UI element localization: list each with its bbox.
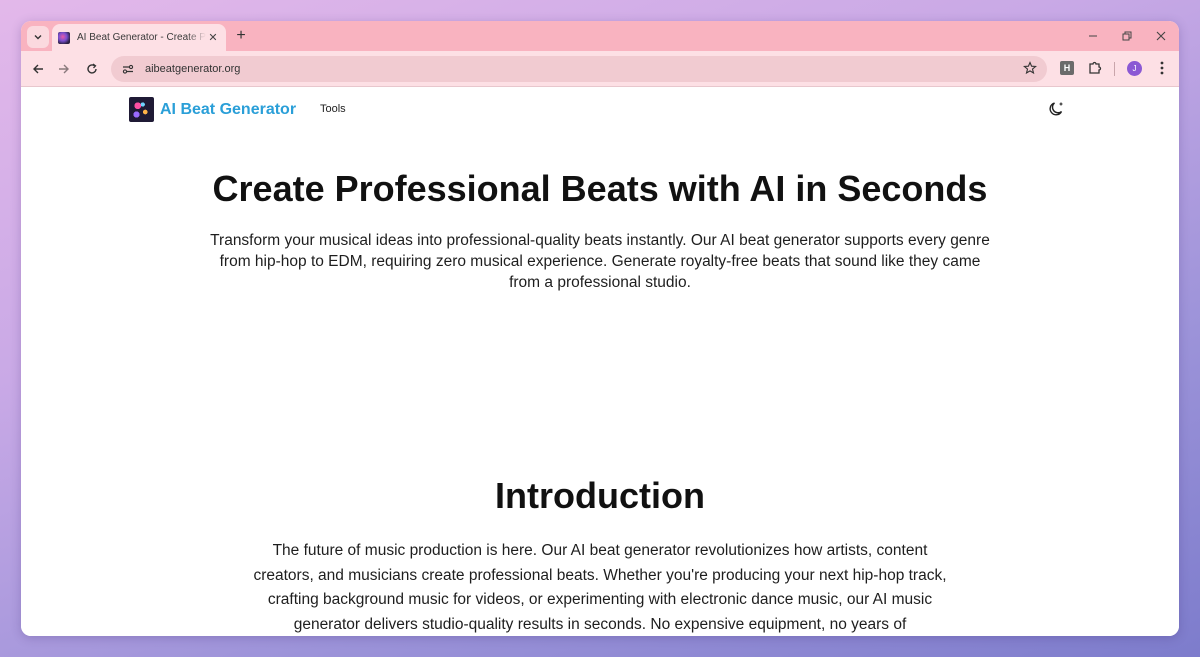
tab-title: AI Beat Generator - Create Professional … — [77, 32, 206, 43]
browser-toolbar: aibeatgenerator.org H J — [21, 51, 1179, 87]
more-vertical-icon — [1160, 61, 1164, 75]
reload-button[interactable] — [82, 59, 102, 79]
extension-h-button[interactable]: H — [1060, 61, 1074, 75]
hero-title: Create Professional Beats with AI in Sec… — [212, 168, 988, 209]
intro-body: The future of music production is here. … — [253, 542, 947, 633]
browser-window: AI Beat Generator - Create Professional … — [21, 21, 1179, 636]
favicon-icon — [58, 31, 70, 44]
extensions-button[interactable] — [1086, 59, 1104, 77]
profile-avatar[interactable]: J — [1127, 61, 1142, 76]
browser-menu-button[interactable] — [1155, 59, 1169, 77]
minimize-button[interactable] — [1083, 26, 1103, 46]
nav-tools-link[interactable]: Tools — [320, 103, 346, 115]
brand-link[interactable]: AI Beat Generator — [129, 97, 296, 122]
restore-icon — [1122, 31, 1132, 41]
extension-h-label: H — [1063, 63, 1071, 73]
forward-arrow-icon — [59, 64, 69, 74]
hero-subtitle: Transform your musical ideas into profes… — [210, 232, 990, 291]
toolbar-divider — [1114, 62, 1115, 76]
reload-icon — [87, 63, 97, 74]
tab-search-button[interactable] — [27, 26, 49, 48]
plus-icon: + — [236, 27, 246, 44]
brand-name: AI Beat Generator — [160, 100, 297, 118]
profile-initial: J — [1132, 64, 1137, 73]
web-page: AI Beat Generator Tools Create Professio… — [21, 87, 1179, 636]
url-text: aibeatgenerator.org — [145, 63, 241, 75]
moon-icon — [1049, 102, 1063, 116]
theme-toggle-button[interactable] — [1048, 100, 1066, 118]
restore-button[interactable] — [1117, 26, 1137, 46]
forward-button[interactable] — [54, 59, 74, 79]
brand-logo — [129, 97, 154, 122]
minimize-icon — [1089, 35, 1097, 37]
site-info-icon — [122, 64, 134, 74]
close-window-button[interactable] — [1151, 26, 1171, 46]
tab-search-icon — [34, 35, 42, 40]
address-bar[interactable]: aibeatgenerator.org — [111, 56, 1047, 82]
tab-close-button[interactable]: ✕ — [206, 31, 220, 45]
tab-active[interactable]: AI Beat Generator - Create Professional … — [52, 24, 226, 51]
tab-strip: AI Beat Generator - Create Professional … — [21, 21, 1179, 51]
site-info-button[interactable] — [119, 60, 137, 78]
window-controls — [1083, 26, 1171, 46]
puzzle-icon — [1089, 61, 1102, 74]
bookmark-button[interactable] — [1023, 61, 1037, 80]
close-icon: ✕ — [208, 32, 218, 44]
intro-heading: Introduction — [495, 475, 705, 516]
new-tab-button[interactable]: + — [232, 27, 250, 45]
back-arrow-icon — [33, 64, 43, 74]
site-header: AI Beat Generator Tools — [21, 87, 1179, 131]
star-icon — [1023, 61, 1037, 75]
back-button[interactable] — [28, 59, 48, 79]
close-window-icon — [1156, 31, 1166, 41]
